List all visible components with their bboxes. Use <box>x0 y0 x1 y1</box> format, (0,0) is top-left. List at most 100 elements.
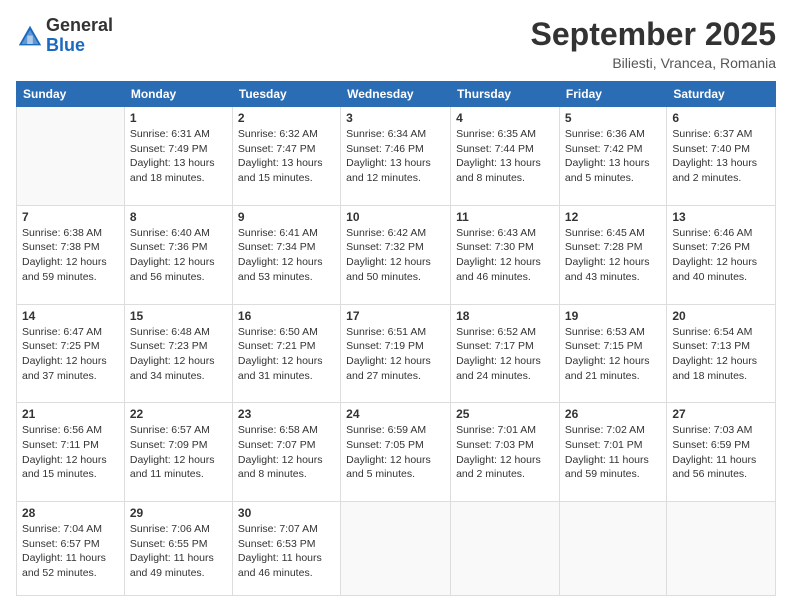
daylight-minutes-text: and 15 minutes. <box>22 467 119 482</box>
daylight-minutes-text: and 34 minutes. <box>130 369 227 384</box>
sunrise-text: Sunrise: 6:31 AM <box>130 127 227 142</box>
daylight-minutes-text: and 21 minutes. <box>565 369 661 384</box>
sunrise-text: Sunrise: 7:07 AM <box>238 522 335 537</box>
sunset-text: Sunset: 7:30 PM <box>456 240 554 255</box>
sunset-text: Sunset: 7:17 PM <box>456 339 554 354</box>
sunrise-text: Sunrise: 6:36 AM <box>565 127 661 142</box>
calendar-header-wednesday: Wednesday <box>341 82 451 107</box>
daylight-minutes-text: and 49 minutes. <box>130 566 227 581</box>
day-info: Sunrise: 6:45 AMSunset: 7:28 PMDaylight:… <box>565 226 661 285</box>
daylight-hours-text: Daylight: 12 hours <box>130 255 227 270</box>
sunrise-text: Sunrise: 6:40 AM <box>130 226 227 241</box>
calendar-header-sunday: Sunday <box>17 82 125 107</box>
calendar-cell: 23Sunrise: 6:58 AMSunset: 7:07 PMDayligh… <box>232 403 340 502</box>
sunset-text: Sunset: 7:15 PM <box>565 339 661 354</box>
sunrise-text: Sunrise: 7:04 AM <box>22 522 119 537</box>
day-info: Sunrise: 7:02 AMSunset: 7:01 PMDaylight:… <box>565 423 661 482</box>
daylight-minutes-text: and 5 minutes. <box>346 467 445 482</box>
sunrise-text: Sunrise: 6:47 AM <box>22 325 119 340</box>
daylight-hours-text: Daylight: 12 hours <box>346 453 445 468</box>
sunrise-text: Sunrise: 6:51 AM <box>346 325 445 340</box>
daylight-minutes-text: and 31 minutes. <box>238 369 335 384</box>
daylight-minutes-text: and 5 minutes. <box>565 171 661 186</box>
day-number: 14 <box>22 309 119 323</box>
daylight-hours-text: Daylight: 12 hours <box>238 453 335 468</box>
calendar-cell: 2Sunrise: 6:32 AMSunset: 7:47 PMDaylight… <box>232 107 340 206</box>
sunset-text: Sunset: 6:59 PM <box>672 438 770 453</box>
day-number: 1 <box>130 111 227 125</box>
logo-text: General Blue <box>46 16 113 56</box>
day-number: 26 <box>565 407 661 421</box>
day-number: 17 <box>346 309 445 323</box>
day-info: Sunrise: 7:03 AMSunset: 6:59 PMDaylight:… <box>672 423 770 482</box>
daylight-minutes-text: and 56 minutes. <box>672 467 770 482</box>
day-info: Sunrise: 6:32 AMSunset: 7:47 PMDaylight:… <box>238 127 335 186</box>
day-number: 7 <box>22 210 119 224</box>
calendar-cell: 17Sunrise: 6:51 AMSunset: 7:19 PMDayligh… <box>341 304 451 403</box>
day-number: 11 <box>456 210 554 224</box>
daylight-minutes-text: and 11 minutes. <box>130 467 227 482</box>
calendar-cell: 9Sunrise: 6:41 AMSunset: 7:34 PMDaylight… <box>232 205 340 304</box>
calendar-cell: 30Sunrise: 7:07 AMSunset: 6:53 PMDayligh… <box>232 502 340 596</box>
day-info: Sunrise: 6:53 AMSunset: 7:15 PMDaylight:… <box>565 325 661 384</box>
day-info: Sunrise: 7:06 AMSunset: 6:55 PMDaylight:… <box>130 522 227 581</box>
calendar-header-monday: Monday <box>124 82 232 107</box>
calendar-header-tuesday: Tuesday <box>232 82 340 107</box>
calendar-header-row: SundayMondayTuesdayWednesdayThursdayFrid… <box>17 82 776 107</box>
calendar-cell: 10Sunrise: 6:42 AMSunset: 7:32 PMDayligh… <box>341 205 451 304</box>
daylight-minutes-text: and 18 minutes. <box>130 171 227 186</box>
calendar-header-saturday: Saturday <box>667 82 776 107</box>
calendar-cell: 14 Sunrise: 6:47 AMSunset: 7:25 PMDayligh… <box>17 304 125 403</box>
sunset-text: Sunset: 7:19 PM <box>346 339 445 354</box>
daylight-minutes-text: and 24 minutes. <box>456 369 554 384</box>
calendar-cell: 21Sunrise: 6:56 AMSunset: 7:11 PMDayligh… <box>17 403 125 502</box>
sunrise-text: Sunrise: 7:06 AM <box>130 522 227 537</box>
daylight-minutes-text: and 15 minutes. <box>238 171 335 186</box>
day-info: Sunrise: 6:31 AMSunset: 7:49 PMDaylight:… <box>130 127 227 186</box>
day-number: 3 <box>346 111 445 125</box>
calendar-cell: 13 Sunrise: 6:46 AMSunset: 7:26 PMDayligh… <box>667 205 776 304</box>
sunrise-text: Sunrise: 6:54 AM <box>672 325 770 340</box>
calendar-cell: 8Sunrise: 6:40 AMSunset: 7:36 PMDaylight… <box>124 205 232 304</box>
sunset-text: Sunset: 7:38 PM <box>22 240 119 255</box>
day-number: 22 <box>130 407 227 421</box>
sunrise-text: Sunrise: 6:38 AM <box>22 226 119 241</box>
day-number: 29 <box>130 506 227 520</box>
sunset-text: Sunset: 7:34 PM <box>238 240 335 255</box>
sunrise-text: Sunrise: 6:35 AM <box>456 127 554 142</box>
day-info: Sunrise: 6:48 AMSunset: 7:23 PMDaylight:… <box>130 325 227 384</box>
sunrise-text: Sunrise: 6:48 AM <box>130 325 227 340</box>
daylight-hours-text: Daylight: 13 hours <box>672 156 770 171</box>
day-info: Sunrise: 6:46 AMSunset: 7:26 PMDaylight:… <box>672 226 770 285</box>
day-info: Sunrise: 6:42 AMSunset: 7:32 PMDaylight:… <box>346 226 445 285</box>
sunrise-text: Sunrise: 6:42 AM <box>346 226 445 241</box>
day-info: Sunrise: 6:54 AMSunset: 7:13 PMDaylight:… <box>672 325 770 384</box>
month-title: September 2025 <box>531 16 776 53</box>
day-info: Sunrise: 6:47 AMSunset: 7:25 PMDaylight:… <box>22 325 119 384</box>
day-number: 25 <box>456 407 554 421</box>
sunset-text: Sunset: 7:42 PM <box>565 142 661 157</box>
calendar-cell <box>451 502 560 596</box>
daylight-hours-text: Daylight: 13 hours <box>346 156 445 171</box>
day-number: 13 <box>672 210 770 224</box>
day-number: 9 <box>238 210 335 224</box>
sunrise-text: Sunrise: 6:57 AM <box>130 423 227 438</box>
sunrise-text: Sunrise: 6:50 AM <box>238 325 335 340</box>
daylight-hours-text: Daylight: 13 hours <box>238 156 335 171</box>
logo-blue: Blue <box>46 36 113 56</box>
sunset-text: Sunset: 7:09 PM <box>130 438 227 453</box>
daylight-minutes-text: and 52 minutes. <box>22 566 119 581</box>
day-info: Sunrise: 6:36 AMSunset: 7:42 PMDaylight:… <box>565 127 661 186</box>
sunset-text: Sunset: 7:05 PM <box>346 438 445 453</box>
daylight-hours-text: Daylight: 12 hours <box>130 354 227 369</box>
daylight-hours-text: Daylight: 11 hours <box>672 453 770 468</box>
calendar-table: SundayMondayTuesdayWednesdayThursdayFrid… <box>16 81 776 596</box>
logo: General Blue <box>16 16 113 56</box>
daylight-hours-text: Daylight: 11 hours <box>22 551 119 566</box>
calendar-cell: 29 Sunrise: 7:06 AMSunset: 6:55 PMDayligh… <box>124 502 232 596</box>
daylight-hours-text: Daylight: 11 hours <box>565 453 661 468</box>
daylight-hours-text: Daylight: 12 hours <box>22 453 119 468</box>
daylight-minutes-text: and 12 minutes. <box>346 171 445 186</box>
day-info: Sunrise: 6:56 AMSunset: 7:11 PMDaylight:… <box>22 423 119 482</box>
calendar-week-row: 7 Sunrise: 6:38 AMSunset: 7:38 PM Daylight… <box>17 205 776 304</box>
